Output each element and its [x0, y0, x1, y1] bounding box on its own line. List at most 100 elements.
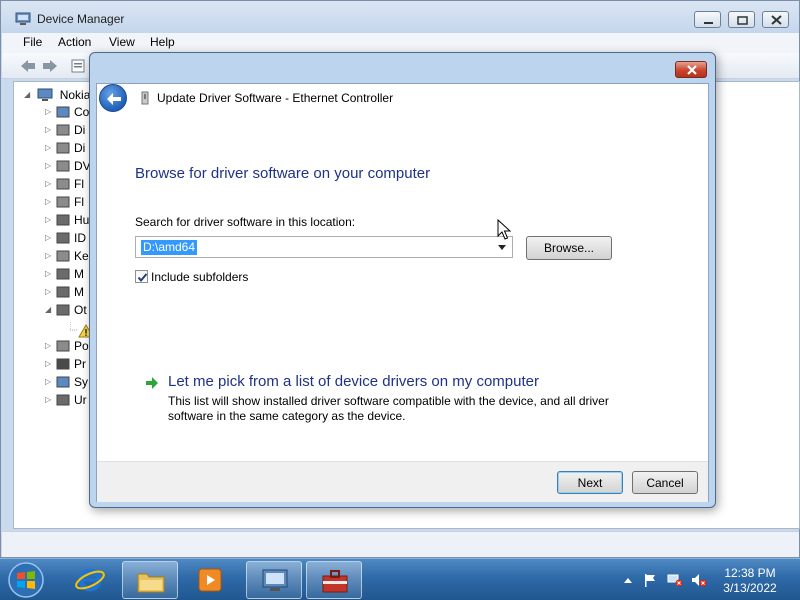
tree-item[interactable]: ▷ Hu: [45, 212, 89, 228]
collapsed-arrow-icon[interactable]: ▷: [45, 107, 55, 116]
show-hidden-icons-icon[interactable]: [620, 573, 636, 587]
taskbar-clock[interactable]: 12:38 PM 3/13/2022: [712, 566, 788, 596]
taskbar-media-player[interactable]: [182, 561, 238, 599]
tree-root-label: Nokia: [59, 87, 91, 102]
pick-from-list-link[interactable]: Let me pick from a list of device driver…: [168, 373, 539, 390]
properties-icon[interactable]: [68, 57, 88, 75]
tree-item[interactable]: ▷ DV: [45, 158, 91, 174]
tree-root[interactable]: ◢ Nokia: [24, 87, 90, 103]
collapsed-arrow-icon[interactable]: ▷: [45, 143, 55, 152]
taskbar-device-manager[interactable]: [246, 561, 302, 599]
device-category-icon: [56, 250, 70, 262]
collapsed-arrow-icon[interactable]: ▷: [45, 215, 55, 224]
restore-button[interactable]: [728, 11, 755, 28]
browse-button[interactable]: Browse...: [526, 236, 612, 260]
tree-item-label: M: [74, 284, 84, 299]
collapsed-arrow-icon[interactable]: ▷: [45, 179, 55, 188]
tree-item-label: Co: [74, 104, 90, 119]
path-combobox[interactable]: D:\amd64: [135, 236, 513, 258]
taskbar-explorer[interactable]: [122, 561, 178, 599]
tree-item-label: Pr: [74, 356, 86, 371]
back-button[interactable]: [99, 84, 127, 112]
tree-item[interactable]: ◢ Ot: [45, 302, 87, 318]
tree-item-label: Fl: [74, 194, 84, 209]
chevron-down-icon[interactable]: [494, 239, 510, 255]
collapsed-arrow-icon[interactable]: ▷: [45, 269, 55, 278]
tree-item[interactable]: ▷ Ke: [45, 248, 89, 264]
dialog-title: Update Driver Software - Ethernet Contro…: [157, 91, 394, 105]
action-center-flag-icon[interactable]: [642, 573, 658, 587]
dialog-close-button[interactable]: [675, 61, 707, 78]
collapsed-arrow-icon[interactable]: ▷: [45, 341, 55, 350]
restore-icon: [737, 16, 748, 25]
collapsed-arrow-icon[interactable]: ▷: [45, 125, 55, 134]
minimize-button[interactable]: [694, 11, 721, 28]
expanded-arrow-icon[interactable]: ◢: [45, 305, 55, 314]
collapsed-arrow-icon[interactable]: ▷: [45, 251, 55, 260]
tree-item[interactable]: ▷ ID: [45, 230, 86, 246]
tree-item[interactable]: ▷ Fl: [45, 194, 84, 210]
checkmark-icon: [137, 273, 148, 283]
folder-icon: [137, 573, 165, 593]
tree-item[interactable]: ▷ Co: [45, 104, 89, 120]
close-button[interactable]: [762, 11, 789, 28]
tree-item-label: M: [74, 266, 84, 281]
tree-item-label: Ke: [74, 248, 89, 263]
include-subfolders-checkbox[interactable]: [135, 270, 148, 283]
search-location-label: Search for driver software in this locat…: [135, 215, 356, 229]
device-category-icon: [56, 394, 70, 406]
update-driver-dialog: Update Driver Software - Ethernet Contro…: [89, 52, 716, 508]
device-category-icon: [56, 124, 70, 136]
device-category-icon: [56, 214, 70, 226]
taskbar-troubleshoot[interactable]: [306, 561, 362, 599]
collapsed-arrow-icon[interactable]: ▷: [45, 197, 55, 206]
collapsed-arrow-icon[interactable]: ▷: [45, 161, 55, 170]
volume-muted-icon[interactable]: [691, 573, 707, 587]
taskbar-internet-explorer[interactable]: [62, 561, 118, 599]
menu-view[interactable]: View: [109, 35, 135, 49]
device-manager-titlebar: Device Manager: [1, 1, 799, 33]
tree-item-label: Hu: [74, 212, 90, 227]
collapsed-arrow-icon[interactable]: ▷: [45, 377, 55, 386]
collapsed-arrow-icon[interactable]: ▷: [45, 233, 55, 242]
status-bar: [2, 531, 799, 557]
menu-action[interactable]: Action: [58, 35, 91, 49]
tree-item[interactable]: ▷ Ur: [45, 392, 87, 408]
network-disconnected-icon[interactable]: [667, 573, 683, 587]
tree-item[interactable]: ▷ Pr: [45, 356, 86, 372]
tree-item[interactable]: ▷ M: [45, 284, 84, 300]
device-category-icon: [56, 142, 70, 154]
menu-help[interactable]: Help: [150, 35, 175, 49]
tree-item[interactable]: ▷ Di: [45, 122, 85, 138]
tree-item-label: Di: [74, 140, 86, 155]
internet-explorer-icon: [75, 568, 105, 592]
device-category-icon: [56, 178, 70, 190]
mouse-cursor-icon: [497, 219, 511, 240]
cancel-button[interactable]: Cancel: [632, 471, 698, 494]
tree-item[interactable]: ▷ Po: [45, 338, 89, 354]
tree-item[interactable]: ▷ M: [45, 266, 84, 282]
windows-start-orb[interactable]: [6, 561, 46, 599]
tree-item[interactable]: ▷ Sy: [45, 374, 88, 390]
device-category-icon: [56, 304, 70, 316]
device-category-icon: [56, 268, 70, 280]
tree-item[interactable]: ▷ Di: [45, 140, 85, 156]
tree-item-label: Di: [74, 122, 86, 137]
forward-icon[interactable]: [40, 57, 60, 75]
computer-icon: [37, 88, 53, 101]
expanded-arrow-icon[interactable]: ◢: [24, 90, 34, 99]
collapsed-arrow-icon[interactable]: ▷: [45, 359, 55, 368]
tree-item-label: Ot: [74, 302, 87, 317]
next-button[interactable]: Next: [557, 471, 623, 494]
device-category-icon: [56, 232, 70, 244]
device-category-icon: [56, 340, 70, 352]
taskbar: 12:38 PM 3/13/2022: [0, 558, 800, 600]
menu-bar: File Action View Help: [2, 33, 799, 53]
collapsed-arrow-icon[interactable]: ▷: [45, 395, 55, 404]
menu-file[interactable]: File: [23, 35, 42, 49]
path-input-value[interactable]: D:\amd64: [141, 240, 198, 255]
minimize-icon: [704, 22, 713, 24]
back-icon[interactable]: [18, 57, 38, 75]
collapsed-arrow-icon[interactable]: ▷: [45, 287, 55, 296]
tree-item[interactable]: ▷ Fl: [45, 176, 84, 192]
